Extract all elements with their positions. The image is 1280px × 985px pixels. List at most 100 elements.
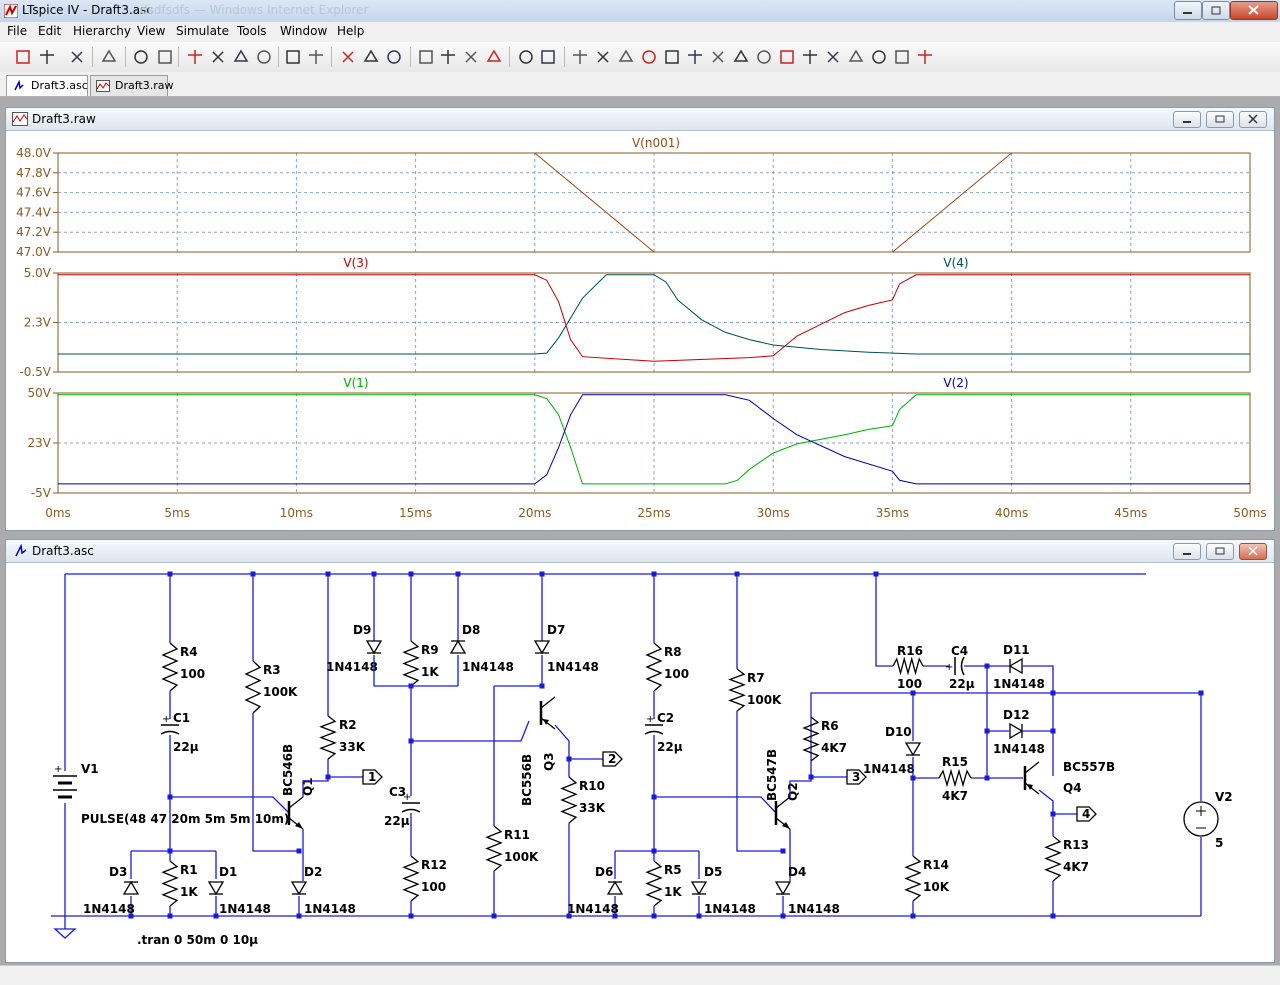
diode-value: 1N4148 [547,660,599,674]
transistor-model: BC547B [765,749,779,801]
wire-icon-shape [573,50,587,64]
zoom-in-icon[interactable] [185,47,205,67]
open-icon-shape [40,50,54,64]
zoom-out-icon-glyph [233,49,249,62]
label-icon[interactable] [616,47,636,67]
capacitor-icon[interactable] [662,47,682,67]
menu-file[interactable]: File [7,24,27,38]
run-icon[interactable] [131,47,151,67]
undo-icon[interactable] [800,47,820,67]
paste-icon[interactable] [461,47,481,67]
diode-name: D5 [704,865,722,879]
text-icon[interactable] [892,47,912,67]
close-all-icon-glyph [387,50,401,64]
toolbar-separator [278,47,279,67]
junction-dot [984,775,990,781]
waveform-icon [12,112,28,126]
waveform-plot[interactable]: 48.0V 47.8V 47.6V 47.4V 47.2V 47.0V V(n001) 5.0… [6,131,1272,529]
schematic-window[interactable]: Draft3.asc + V1 PULSE(48 47 20m 5m 5m 10m)… [5,539,1275,963]
resistor-name: R16 [897,644,923,658]
schematic-restore-button[interactable] [1206,543,1234,560]
zoom-cancel-icon[interactable] [254,47,274,67]
resistor-value: 33K [579,801,606,815]
inductor-icon-shape [688,50,702,64]
menu-tools[interactable]: Tools [237,24,267,38]
toolbar-separator [125,47,126,67]
inductor-icon[interactable] [685,47,705,67]
zoom-pan-icon[interactable] [208,47,228,67]
component-icon-glyph [733,49,749,62]
wire-icon[interactable] [570,47,590,67]
junction-dot [873,571,879,577]
toolbar-separator [410,47,411,67]
y-tick-label: 47.2V [16,225,52,239]
zoom-out-icon[interactable] [231,47,251,67]
ground-icon[interactable] [593,47,613,67]
resistor-r5 [645,860,663,907]
menu-hierarchy[interactable]: Hierarchy [73,24,131,38]
menu-window[interactable]: Window [280,24,327,38]
trace-name: V(1) [343,376,368,390]
print-icon[interactable] [538,47,558,67]
move-icon[interactable] [754,47,774,67]
waveform-minimize-button[interactable] [1173,111,1201,128]
component-icon[interactable] [731,47,751,67]
diode-d11 [1008,657,1023,675]
toolbar-separator [92,47,93,67]
waveform-restore-button[interactable] [1206,111,1234,128]
control-panel-icon[interactable] [99,47,119,67]
menu-simulate[interactable]: Simulate [176,24,229,38]
autorange-icon[interactable] [283,47,303,67]
diode-d3 [122,880,140,895]
close-button[interactable] [1230,1,1278,20]
resistor-icon[interactable] [639,47,659,67]
waveform-window[interactable]: Draft3.raw 48.0V 47.8V 47.6V 47.4V 47.2V 47.0… [5,107,1275,531]
find-icon[interactable] [484,47,504,67]
open-icon[interactable] [37,47,57,67]
diode-icon[interactable] [708,47,728,67]
menu-help[interactable]: Help [337,24,364,38]
mirror-icon[interactable] [869,47,889,67]
new-schematic-icon[interactable] [13,47,33,67]
resistor-value: 100 [421,880,446,894]
print-setup-icon[interactable] [516,47,536,67]
halt-icon[interactable] [155,47,175,67]
menu-edit[interactable]: Edit [38,24,61,38]
maximize-button[interactable] [1202,1,1230,20]
schematic-canvas[interactable]: + V1PULSE(48 47 20m 5m 5m 10m)R4100+ C122µ… [6,563,1272,961]
capacitor-plate [401,808,421,813]
junction-dot [167,913,173,919]
save-icon[interactable] [67,47,87,67]
transistor-collector [288,796,304,809]
transistor-name: Q2 [786,782,800,801]
schematic-window-title: Draft3.asc [32,544,94,558]
junction-dot [1050,728,1056,734]
diode-name: D8 [462,623,480,637]
menu-view[interactable]: View [137,24,165,38]
diode-d9 [365,640,383,655]
spice-directive-icon[interactable] [915,47,935,67]
ltspice-logo-icon [4,4,18,18]
rotate-icon[interactable] [846,47,866,67]
transistor-emitter [1024,782,1040,795]
tab-draft3-raw[interactable]: Draft3.raw [90,75,173,96]
redo-icon[interactable] [823,47,843,67]
close-all-icon[interactable] [384,47,404,67]
drag-icon[interactable] [777,47,797,67]
inductor-icon-glyph [688,50,702,64]
trace-name: V(n001) [632,136,680,150]
cut-icon[interactable] [416,47,436,67]
tab-draft3-asc[interactable]: Draft3.asc [6,75,88,96]
grid-icon[interactable] [306,47,326,67]
copy-icon[interactable] [438,47,458,67]
tile-horizontal-icon[interactable] [338,47,358,67]
waveform-close-button[interactable] [1239,111,1267,128]
schematic-close-button[interactable] [1239,543,1267,560]
schematic-minimize-button[interactable] [1173,543,1201,560]
y-tick-label: -0.5V [19,365,51,379]
minimize-button[interactable] [1174,1,1202,20]
junction-dot [539,571,545,577]
junction-dot [984,663,990,669]
capacitor-polarity: + [646,714,654,725]
cascade-icon[interactable] [361,47,381,67]
